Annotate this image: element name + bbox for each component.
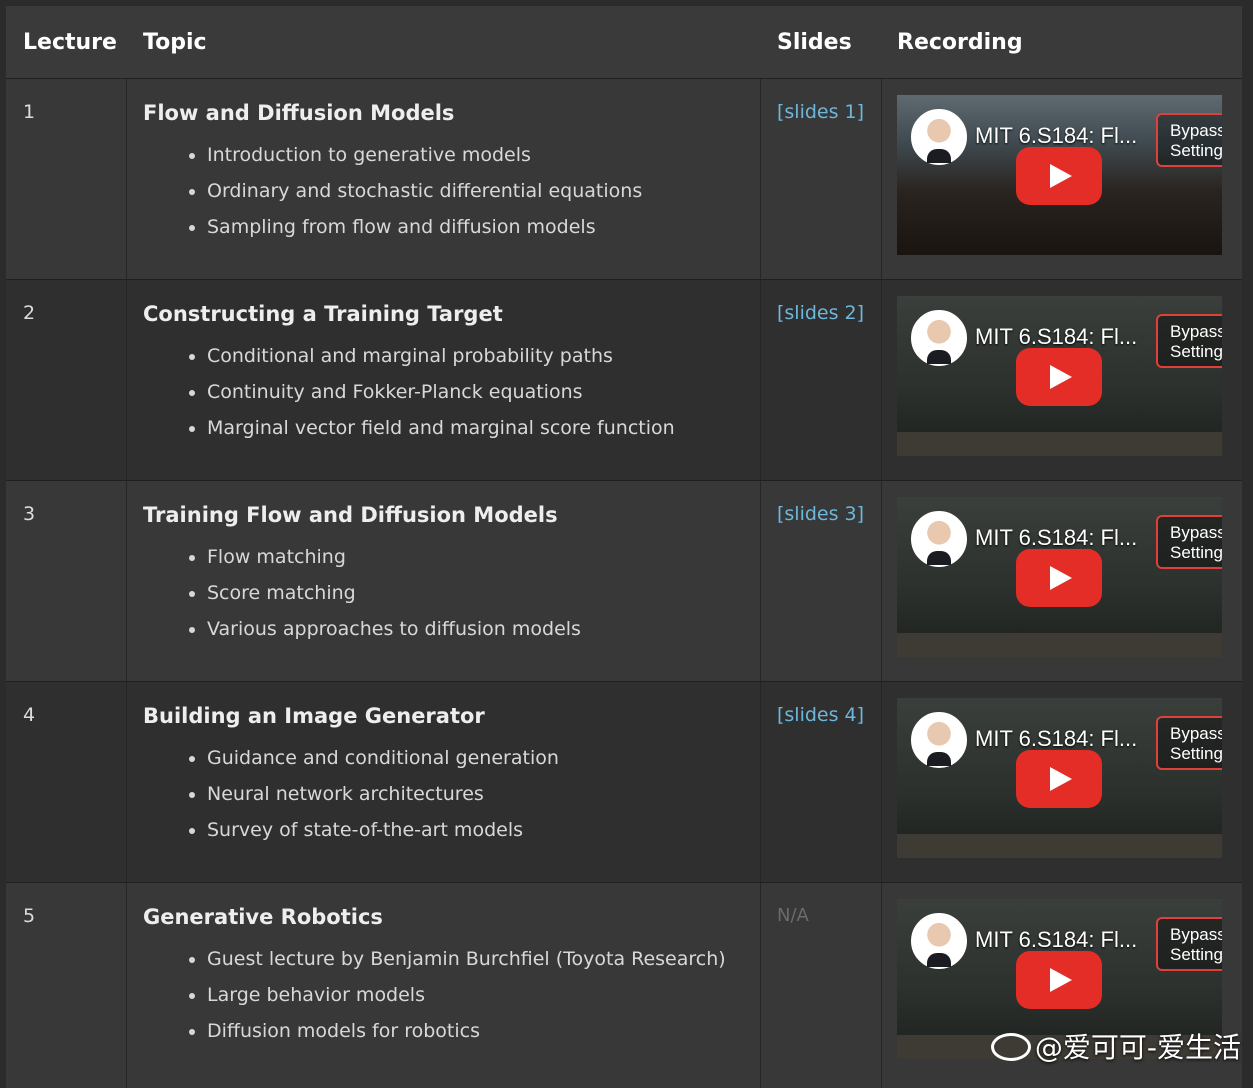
youtube-play-icon[interactable] [1016, 147, 1102, 205]
lecture-number: 5 [23, 905, 36, 927]
slides-link[interactable]: [slides 4] [777, 704, 864, 726]
topic-bullets: Introduction to generative models Ordina… [143, 137, 760, 245]
bullet-item: Conditional and marginal probability pat… [207, 338, 760, 374]
youtube-play-icon[interactable] [1016, 348, 1102, 406]
video-thumbnail[interactable]: MIT 6.S184: Fl... Bypass Setting [897, 497, 1222, 657]
video-thumbnail[interactable]: MIT 6.S184: Fl... Bypass Setting [897, 698, 1222, 858]
table-header-row: Lecture Topic Slides Recording [6, 6, 1242, 78]
bullet-item: Continuity and Fokker-Planck equations [207, 374, 760, 410]
youtube-play-icon[interactable] [1016, 549, 1102, 607]
bypass-setting-badge: Bypass Setting [1156, 515, 1222, 569]
bullet-item: Large behavior models [207, 977, 760, 1013]
video-thumbnail[interactable]: MIT 6.S184: Fl... Bypass Setting [897, 95, 1222, 255]
topic-title: Building an Image Generator [143, 704, 485, 728]
bullet-item: Sampling from flow and diffusion models [207, 209, 760, 245]
slides-not-available: N/A [777, 905, 809, 926]
channel-avatar[interactable] [911, 310, 967, 366]
topic-title: Constructing a Training Target [143, 302, 503, 326]
header-recording: Recording [897, 29, 1023, 55]
lecture-table: Lecture Topic Slides Recording 1 Flow an… [6, 6, 1242, 1088]
bullet-item: Guest lecture by Benjamin Burchfiel (Toy… [207, 941, 760, 977]
channel-avatar[interactable] [911, 109, 967, 165]
bullet-item: Introduction to generative models [207, 137, 760, 173]
topic-title: Flow and Diffusion Models [143, 101, 455, 125]
video-title[interactable]: MIT 6.S184: Fl... [975, 123, 1137, 149]
topic-bullets: Guidance and conditional generation Neur… [143, 740, 760, 848]
video-title[interactable]: MIT 6.S184: Fl... [975, 324, 1137, 350]
bullet-item: Guidance and conditional generation [207, 740, 760, 776]
bullet-item: Various approaches to diffusion models [207, 611, 760, 647]
bypass-setting-badge: Bypass Setting [1156, 917, 1222, 971]
channel-avatar[interactable] [911, 511, 967, 567]
video-title[interactable]: MIT 6.S184: Fl... [975, 525, 1137, 551]
table-row: 1 Flow and Diffusion Models Introduction… [6, 78, 1242, 279]
video-thumbnail[interactable]: MIT 6.S184: Fl... Bypass Setting [897, 296, 1222, 456]
channel-avatar[interactable] [911, 712, 967, 768]
bullet-item: Survey of state-of-the-art models [207, 812, 760, 848]
bypass-setting-badge: Bypass Setting [1156, 314, 1222, 368]
thumbnail-floor [897, 432, 1222, 456]
weibo-icon [990, 1033, 1031, 1061]
table-row: 4 Building an Image Generator Guidance a… [6, 681, 1242, 882]
lecture-number: 4 [23, 704, 36, 726]
topic-bullets: Flow matching Score matching Various app… [143, 539, 760, 647]
header-slides: Slides [777, 29, 852, 55]
watermark-text: @爱可可-爱生活 [1034, 1031, 1241, 1064]
bullet-item: Marginal vector field and marginal score… [207, 410, 760, 446]
topic-bullets: Guest lecture by Benjamin Burchfiel (Toy… [143, 941, 760, 1049]
bullet-item: Score matching [207, 575, 760, 611]
lecture-number: 1 [23, 101, 36, 123]
table-row: 2 Constructing a Training Target Conditi… [6, 279, 1242, 480]
bypass-setting-badge: Bypass Setting [1156, 113, 1222, 167]
bullet-item: Diffusion models for robotics [207, 1013, 760, 1049]
slides-link[interactable]: [slides 2] [777, 302, 864, 324]
lecture-number: 3 [23, 503, 36, 525]
channel-avatar[interactable] [911, 913, 967, 969]
lecture-number: 2 [23, 302, 36, 324]
bullet-item: Ordinary and stochastic differential equ… [207, 173, 760, 209]
topic-title: Training Flow and Diffusion Models [143, 503, 558, 527]
video-title[interactable]: MIT 6.S184: Fl... [975, 726, 1137, 752]
slides-link[interactable]: [slides 1] [777, 101, 864, 123]
header-topic: Topic [143, 29, 207, 55]
youtube-play-icon[interactable] [1016, 750, 1102, 808]
bullet-item: Flow matching [207, 539, 760, 575]
topic-bullets: Conditional and marginal probability pat… [143, 338, 760, 446]
thumbnail-floor [897, 834, 1222, 858]
thumbnail-floor [897, 633, 1222, 657]
video-title[interactable]: MIT 6.S184: Fl... [975, 927, 1137, 953]
header-lecture: Lecture [23, 29, 117, 55]
bullet-item: Neural network architectures [207, 776, 760, 812]
table-row: 3 Training Flow and Diffusion Models Flo… [6, 480, 1242, 681]
slides-link[interactable]: [slides 3] [777, 503, 864, 525]
watermark: @爱可可-爱生活 [990, 1026, 1241, 1066]
youtube-play-icon[interactable] [1016, 951, 1102, 1009]
bypass-setting-badge: Bypass Setting [1156, 716, 1222, 770]
topic-title: Generative Robotics [143, 905, 383, 929]
